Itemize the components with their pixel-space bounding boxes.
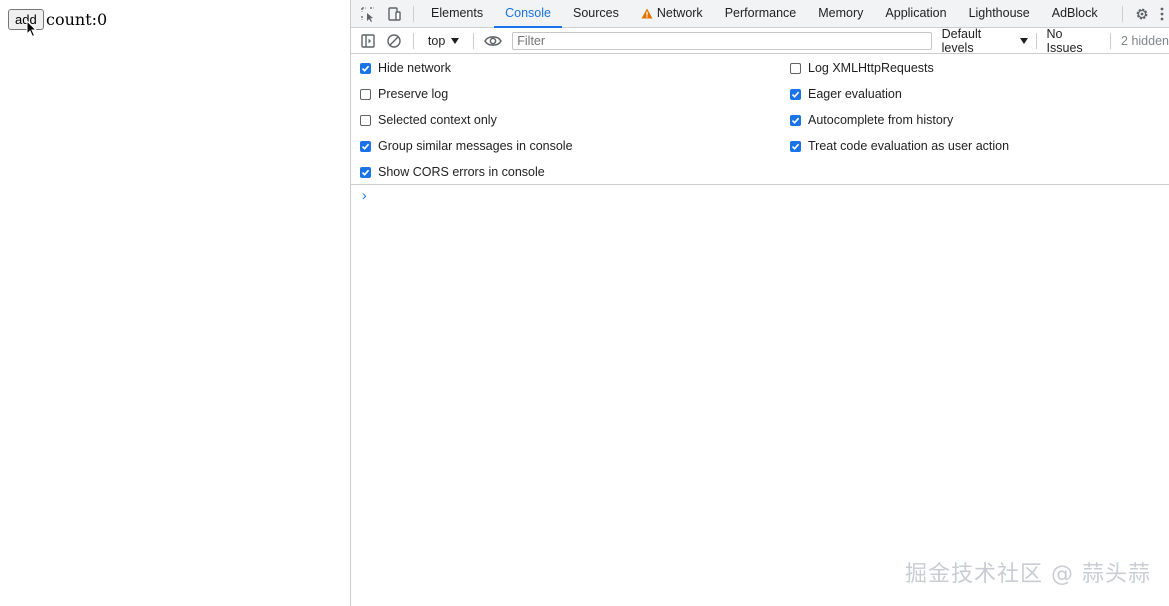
- devtools-panel: Elements Console Sources Network Perform…: [350, 0, 1169, 606]
- setting-label: Show CORS errors in console: [378, 165, 545, 179]
- triangle-down-icon: [1019, 37, 1028, 44]
- tab-performance[interactable]: Performance: [714, 0, 808, 27]
- setting-label: Autocomplete from history: [808, 113, 954, 127]
- tab-adblock[interactable]: AdBlock: [1041, 0, 1109, 27]
- tab-label: Elements: [431, 6, 484, 20]
- levels-label: Default levels: [941, 26, 982, 55]
- checkbox[interactable]: [790, 140, 801, 152]
- setting-label: Eager evaluation: [808, 87, 902, 101]
- tab-label: Performance: [724, 6, 797, 20]
- filter-input[interactable]: [512, 31, 932, 50]
- setting-hide-network[interactable]: Hide network: [360, 61, 451, 75]
- setting-label: Treat code evaluation as user action: [808, 139, 1010, 153]
- tab-elements[interactable]: Elements: [420, 0, 494, 27]
- checkbox[interactable]: [360, 166, 371, 178]
- tab-network[interactable]: Network: [630, 0, 714, 27]
- setting-label: Hide network: [378, 61, 451, 75]
- setting-preserve-log[interactable]: Preserve log: [360, 87, 448, 101]
- setting-label: Log XMLHttpRequests: [808, 61, 934, 75]
- checkbox[interactable]: [790, 62, 801, 74]
- inspected-page: add count:0: [0, 0, 350, 606]
- toolbar-divider: [473, 32, 475, 49]
- context-selector[interactable]: top: [420, 34, 467, 48]
- watermark: 掘金技术社区 @ 蒜头蒜: [905, 562, 1151, 587]
- gear-icon[interactable]: [1129, 1, 1155, 27]
- console-toolbar: top Default levels No Issues 2 hidden: [351, 27, 1169, 55]
- checkbox[interactable]: [360, 88, 371, 100]
- devtools-tabbar: Elements Console Sources Network Perform…: [351, 0, 1169, 28]
- tab-label: Application: [885, 6, 947, 20]
- setting-group-similar[interactable]: Group similar messages in console: [360, 139, 573, 153]
- toolbar-divider: [412, 32, 414, 49]
- setting-log-xmlhttprequests[interactable]: Log XMLHttpRequests: [790, 61, 934, 75]
- issues-button[interactable]: No Issues: [1037, 27, 1111, 55]
- hidden-messages-count: 2 hidden: [1121, 33, 1169, 48]
- context-label: top: [427, 33, 446, 48]
- clear-console-icon[interactable]: [381, 28, 407, 54]
- console-prompt-chevron-icon[interactable]: ›: [362, 187, 367, 203]
- checkbox[interactable]: [360, 140, 371, 152]
- tab-console[interactable]: Console: [494, 0, 562, 28]
- tab-lighthouse[interactable]: Lighthouse: [958, 0, 1041, 27]
- tab-label: Network: [656, 6, 703, 20]
- setting-show-cors-errors[interactable]: Show CORS errors in console: [360, 165, 545, 179]
- count-text: count:0: [46, 10, 108, 29]
- setting-label: Group similar messages in console: [378, 139, 573, 153]
- checkbox[interactable]: [790, 114, 801, 126]
- tab-application[interactable]: Application: [874, 0, 957, 27]
- checkbox[interactable]: [360, 62, 371, 74]
- inspect-element-icon[interactable]: [355, 1, 381, 27]
- checkbox[interactable]: [360, 114, 371, 126]
- setting-eager-evaluation[interactable]: Eager evaluation: [790, 87, 902, 101]
- device-toolbar-icon[interactable]: [381, 1, 407, 27]
- sidebar-toggle-icon[interactable]: [355, 28, 381, 54]
- setting-label: Preserve log: [378, 87, 449, 101]
- checkbox[interactable]: [790, 88, 801, 100]
- setting-autocomplete-history[interactable]: Autocomplete from history: [790, 113, 953, 127]
- setting-label: Selected context only: [378, 113, 497, 127]
- tab-label: Lighthouse: [968, 6, 1030, 20]
- tab-label: Sources: [572, 6, 619, 20]
- more-options-icon[interactable]: [1155, 1, 1169, 27]
- setting-treat-code-evaluation[interactable]: Treat code evaluation as user action: [790, 139, 1009, 153]
- eye-icon[interactable]: [480, 28, 506, 54]
- tab-divider: [1122, 5, 1123, 22]
- tab-label: Console: [505, 6, 551, 20]
- tab-label: AdBlock: [1051, 6, 1098, 20]
- tab-label: Memory: [818, 6, 864, 20]
- console-settings-panel: Hide network Preserve log Selected conte…: [351, 54, 1169, 185]
- warning-icon: [641, 8, 653, 19]
- triangle-down-icon: [451, 37, 460, 44]
- tab-memory[interactable]: Memory: [807, 0, 874, 27]
- tab-sources[interactable]: Sources: [562, 0, 630, 27]
- log-levels-dropdown[interactable]: Default levels: [932, 27, 1036, 55]
- tab-divider: [413, 5, 414, 22]
- setting-selected-context-only[interactable]: Selected context only: [360, 113, 497, 127]
- mouse-cursor-icon: [26, 20, 38, 38]
